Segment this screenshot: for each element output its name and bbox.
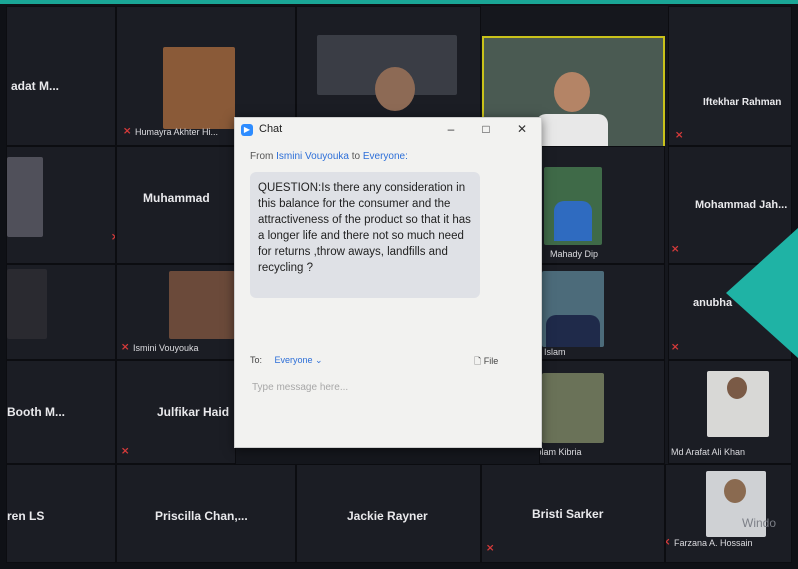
recipient-name: Everyone: (362, 151, 408, 162)
to-word: to (351, 151, 361, 162)
participant-video (7, 157, 43, 237)
participant-tile[interactable]: ⨯ Md Arafat Ali Khan (668, 360, 792, 464)
participant-name: Humayra Akhter Hi... (135, 127, 219, 137)
muted-mic-icon: ⨯ (671, 244, 680, 255)
participant-tile[interactable]: Julfikar Haid ⨯ (116, 360, 236, 464)
participant-tile[interactable]: ⨯ (6, 146, 116, 264)
participant-tile[interactable]: ren LS ⨯ (6, 464, 116, 563)
teal-arrow-decoration (726, 228, 798, 358)
muted-mic-icon: ⨯ (671, 342, 680, 353)
participant-name: Md. Golam Kibria (540, 447, 582, 457)
chat-window[interactable]: ▶ Chat – □ ✕ From Ismini Vouyouka to Eve… (234, 117, 542, 448)
participant-name: Ismini Vouyouka (133, 343, 199, 353)
participant-tile[interactable]: ⨯ Farzana A. Hossain (665, 464, 792, 563)
participant-name: Priscilla Chan,... (155, 509, 248, 523)
participant-video (7, 269, 47, 339)
chat-window-title: Chat (259, 123, 283, 135)
top-accent-bar (0, 0, 798, 4)
participant-name: ren LS (7, 509, 45, 523)
from-prefix: From (250, 151, 274, 162)
participant-tile[interactable]: adat M... (6, 6, 116, 146)
participant-name: Islam (544, 347, 566, 357)
participant-tile[interactable]: ⨯ Ismini Vouyouka (116, 264, 236, 360)
participant-tile[interactable] (6, 264, 116, 360)
participant-face (554, 72, 590, 112)
participant-tile[interactable]: ⨯ Md. Golam Kibria (539, 360, 665, 464)
zoom-logo-icon: ▶ (241, 124, 253, 136)
sender-name[interactable]: Ismini Vouyouka (276, 151, 349, 162)
participant-tile[interactable]: Muhammad (116, 146, 236, 264)
participant-body (554, 201, 592, 241)
participant-tile[interactable]: Islam (539, 264, 665, 360)
participant-tile[interactable]: Priscilla Chan,... (116, 464, 296, 563)
participant-face (727, 377, 747, 399)
participant-tile[interactable]: Mahady Dip (539, 146, 665, 264)
participant-name: Jackie Rayner (347, 509, 428, 523)
windows-activation-watermark: Windo (742, 516, 777, 530)
participant-tile[interactable]: Bristi Sarker ⨯ (481, 464, 665, 563)
participant-name: Mahady Dip (550, 249, 599, 259)
participant-name: Muhammad (143, 191, 210, 205)
muted-mic-icon: ⨯ (121, 342, 130, 353)
close-button[interactable]: ✕ (514, 122, 530, 136)
participant-name: Mohammad Jah... (695, 199, 788, 211)
participant-name: Iftekhar Rahman (703, 97, 782, 108)
participant-name: Farzana A. Hossain (674, 538, 753, 548)
muted-mic-icon: ⨯ (666, 537, 670, 548)
file-button[interactable]: 🗋 File (474, 354, 498, 370)
chat-title-bar[interactable]: ▶ Chat – □ ✕ (235, 118, 541, 142)
minimize-button[interactable]: – (443, 122, 459, 136)
participant-name: Booth M... (7, 405, 65, 419)
participant-tile[interactable]: Iftekhar Rahman ⨯ (668, 6, 792, 146)
participant-video (542, 373, 604, 443)
to-label: To: (250, 355, 263, 365)
muted-mic-icon: ⨯ (121, 446, 130, 457)
participant-name: adat M... (11, 79, 60, 93)
maximize-button[interactable]: □ (478, 122, 494, 136)
recipient-dropdown[interactable]: Everyone ⌄ (275, 355, 323, 365)
participant-body (536, 114, 608, 146)
participant-video (169, 271, 235, 339)
participant-name: Md Arafat Ali Khan (671, 447, 746, 457)
file-icon: 🗋 (474, 356, 482, 366)
participant-video (163, 47, 235, 129)
file-label: File (483, 356, 499, 366)
muted-mic-icon: ⨯ (123, 126, 132, 137)
participant-tile[interactable]: Booth M... (6, 360, 116, 464)
participant-name: Bristi Sarker (532, 507, 604, 521)
participant-tile[interactable]: Jackie Rayner (296, 464, 481, 563)
participant-name: Julfikar Haid (157, 405, 230, 419)
participant-face (724, 479, 746, 503)
recipient-row: To: Everyone ⌄ (250, 355, 323, 366)
muted-mic-icon: ⨯ (486, 543, 495, 554)
participant-body (546, 315, 600, 347)
message-header: From Ismini Vouyouka to Everyone: (250, 151, 408, 162)
participant-face (375, 67, 415, 111)
message-input[interactable] (250, 376, 524, 398)
muted-mic-icon: ⨯ (675, 130, 684, 141)
chat-message-bubble: QUESTION:Is there any consideration in t… (250, 172, 480, 298)
chat-message-text: QUESTION:Is there any consideration in t… (258, 182, 471, 274)
